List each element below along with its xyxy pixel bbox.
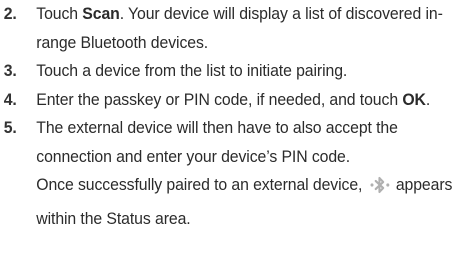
followup-text-part: Once successfully paired to an external … <box>36 175 363 194</box>
step-text-part: Touch <box>36 4 83 23</box>
ok-label: OK <box>402 89 426 109</box>
step-text-part: . <box>425 89 431 109</box>
step-followup: Once successfully paired to an external … <box>36 171 472 233</box>
step-text: Touch Scan. Your device will display a l… <box>36 0 472 57</box>
step-4: 4. Enter the passkey or PIN code, if nee… <box>0 86 472 115</box>
step-number: 3. <box>3 61 17 80</box>
step-text: The external device will then have to al… <box>36 118 398 166</box>
step-3: 3. Touch a device from the list to initi… <box>0 57 472 86</box>
step-text: Enter the passkey or PIN code, if needed… <box>36 86 472 115</box>
bluetooth-connected-icon <box>368 175 392 205</box>
step-number: 2. <box>3 4 17 23</box>
step-text: Touch a device from the list to initiate… <box>36 61 348 80</box>
step-text-part: Enter the passkey or PIN code, if needed… <box>36 89 403 109</box>
step-number: 4. <box>3 89 17 109</box>
instruction-steps: 2. Touch Scan. Your device will display … <box>0 0 472 233</box>
step-5: 5. The external device will then have to… <box>0 114 472 233</box>
step-2: 2. Touch Scan. Your device will display … <box>0 0 472 57</box>
scan-label: Scan <box>82 4 120 23</box>
step-number: 5. <box>3 118 17 137</box>
